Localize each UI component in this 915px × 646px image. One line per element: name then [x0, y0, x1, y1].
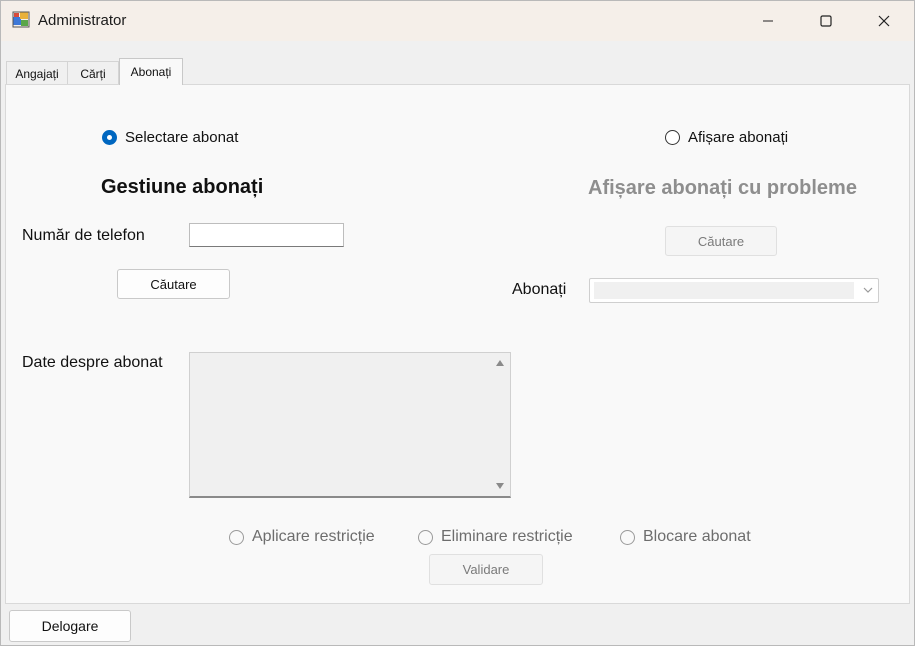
logout-button[interactable]: Delogare — [9, 610, 131, 642]
close-button[interactable] — [855, 1, 913, 41]
radio-unchecked-icon — [620, 529, 635, 545]
radio-eliminare-restrictie-label: Eliminare restricție — [441, 528, 573, 545]
phone-label: Număr de telefon — [22, 227, 145, 244]
app-icon — [12, 11, 30, 28]
window-title: Administrator — [38, 12, 127, 29]
app-window: Administrator Angajați Cărți Abonați Sel… — [0, 0, 915, 646]
radio-unchecked-icon — [418, 529, 433, 545]
gestiune-heading: Gestiune abonați — [101, 176, 264, 198]
radio-afisare-abonati-label: Afișare abonați — [688, 129, 789, 146]
tab-carti[interactable]: Cărți — [67, 61, 119, 85]
tab-abonati[interactable]: Abonați — [119, 58, 183, 85]
radio-afisare-abonati[interactable]: Afișare abonați — [665, 129, 788, 146]
search-subscriber-button[interactable]: Căutare — [117, 269, 230, 299]
minimize-icon — [763, 20, 773, 22]
tab-panel-abonati — [5, 84, 910, 604]
radio-blocare-abonat-label: Blocare abonat — [643, 528, 751, 545]
subscribers-dropdown[interactable] — [589, 278, 879, 303]
title-bar[interactable]: Administrator — [1, 1, 914, 41]
radio-unchecked-icon — [665, 130, 680, 145]
radio-aplicare-restrictie-label: Aplicare restricție — [252, 528, 375, 545]
radio-blocare-abonat[interactable]: Blocare abonat — [620, 528, 751, 546]
details-textarea[interactable] — [189, 352, 511, 498]
maximize-icon — [820, 15, 832, 27]
radio-selectare-abonat[interactable]: Selectare abonat — [102, 129, 238, 146]
radio-aplicare-restrictie[interactable]: Aplicare restricție — [229, 528, 375, 546]
phone-input[interactable] — [189, 223, 344, 247]
scroll-down-icon[interactable] — [495, 482, 505, 490]
search-problem-subscribers-button[interactable]: Căutare — [665, 226, 777, 256]
afisare-heading: Afișare abonați cu probleme — [588, 177, 857, 199]
tab-angajati[interactable]: Angajați — [6, 61, 68, 85]
radio-selectare-abonat-label: Selectare abonat — [125, 129, 239, 146]
subscribers-dropdown-value — [594, 282, 854, 299]
maximize-button[interactable] — [797, 1, 855, 41]
scroll-up-icon[interactable] — [495, 359, 505, 367]
radio-unchecked-icon — [229, 529, 244, 545]
details-label: Date despre abonat — [22, 354, 163, 371]
radio-checked-icon — [102, 130, 117, 145]
chevron-down-icon — [863, 287, 873, 293]
minimize-button[interactable] — [739, 1, 797, 41]
subscribers-label: Abonați — [512, 281, 567, 298]
close-icon — [878, 15, 890, 27]
validate-button[interactable]: Validare — [429, 554, 543, 585]
client-area: Angajați Cărți Abonați Selectare abonat … — [1, 41, 914, 645]
radio-eliminare-restrictie[interactable]: Eliminare restricție — [418, 528, 573, 546]
